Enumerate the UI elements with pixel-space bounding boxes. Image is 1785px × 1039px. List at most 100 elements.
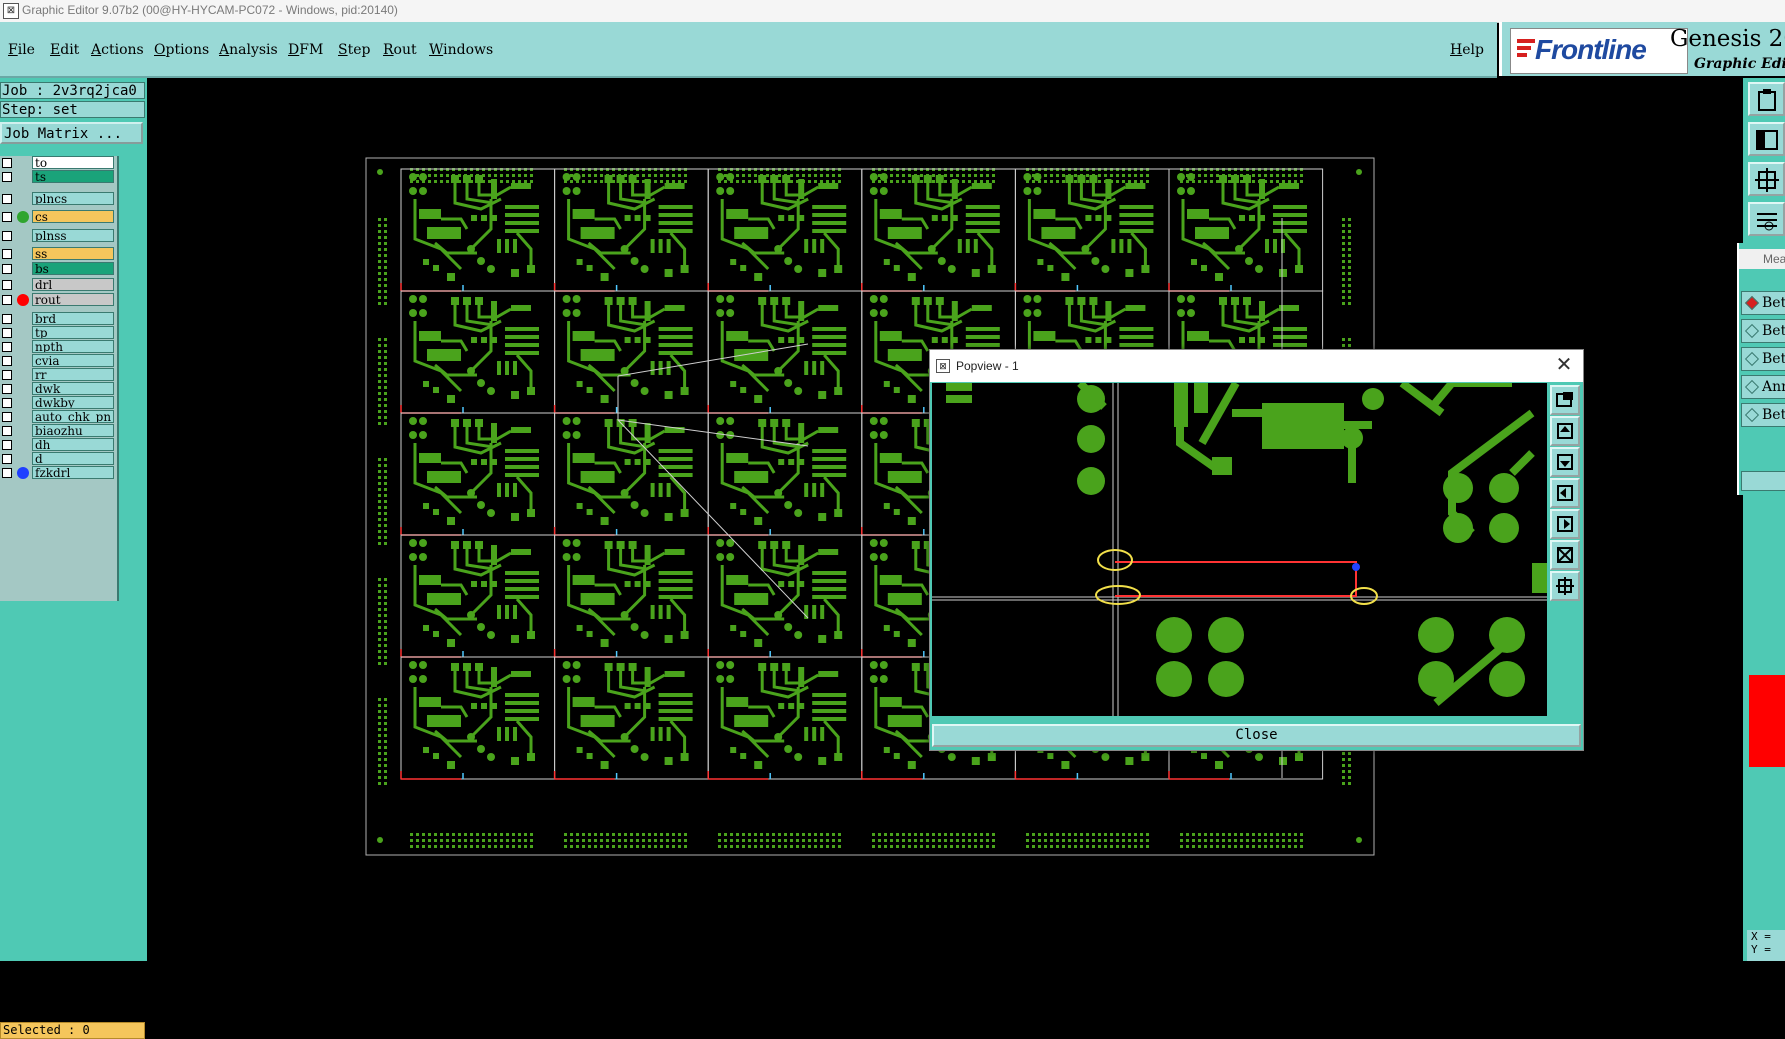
layer-name[interactable]: rr (32, 368, 114, 381)
popview-zoom-window-button[interactable] (1550, 385, 1580, 415)
layer-name[interactable]: tp (32, 326, 114, 339)
popview-close-icon[interactable]: ✕ (1553, 354, 1575, 376)
layer-checkbox[interactable] (2, 314, 12, 324)
layer-row-ts[interactable]: ts (0, 170, 117, 184)
menu-edit[interactable]: Edit (50, 42, 79, 58)
menu-windows[interactable]: Windows (429, 42, 493, 58)
layer-row-fzkdrl[interactable]: fzkdrl (0, 466, 117, 480)
layer-name[interactable]: rout (32, 293, 114, 306)
layer-row-drl[interactable]: drl (0, 278, 117, 292)
menu-file[interactable]: File (8, 42, 35, 58)
popview-zoom-in-button[interactable] (1550, 540, 1580, 570)
job-matrix-button[interactable]: Job Matrix ... (0, 122, 143, 144)
layer-row-plnss[interactable]: plnss (0, 229, 117, 243)
left-border-dots (378, 458, 387, 545)
layer-row-npth[interactable]: npth (0, 340, 117, 354)
layer-checkbox[interactable] (2, 426, 12, 436)
layer-checkbox[interactable] (2, 454, 12, 464)
menu-options[interactable]: Options (154, 42, 209, 58)
fit-tool-button[interactable] (1748, 162, 1785, 196)
popview-pan-right-button[interactable] (1550, 509, 1580, 539)
layer-row-auto_chk_pn[interactable]: auto_chk_pn (0, 410, 117, 424)
layer-checkbox[interactable] (2, 384, 12, 394)
measure-option-between[interactable]: Bet (1741, 319, 1785, 343)
layer-checkbox[interactable] (2, 212, 12, 222)
layer-checkbox[interactable] (2, 468, 12, 478)
popview-canvas[interactable] (932, 383, 1547, 716)
layer-name[interactable]: auto_chk_pn (32, 410, 114, 423)
layer-name[interactable]: ss (32, 247, 114, 260)
layer-name[interactable]: to (32, 156, 114, 169)
clipboard-icon (1758, 89, 1776, 111)
layer-row-rr[interactable]: rr (0, 368, 117, 382)
layer-checkbox[interactable] (2, 342, 12, 352)
clipboard-tool-button[interactable] (1748, 82, 1785, 116)
layer-name[interactable]: plnss (32, 229, 114, 242)
layer-name[interactable]: d (32, 452, 114, 465)
popview-pan-left-button[interactable] (1550, 478, 1580, 508)
measure-title: Mea (1763, 252, 1785, 266)
layer-checkbox[interactable] (2, 264, 12, 274)
layer-name[interactable]: ts (32, 170, 114, 183)
layer-row-plncs[interactable]: plncs (0, 192, 117, 206)
layer-name[interactable]: dwk (32, 382, 114, 395)
layer-name[interactable]: plncs (32, 192, 114, 205)
layer-checkbox[interactable] (2, 370, 12, 380)
layer-checkbox[interactable] (2, 280, 12, 290)
popview-pan-down-button[interactable] (1550, 447, 1580, 477)
layer-checkbox[interactable] (2, 295, 12, 305)
layer-row-bs[interactable]: bs (0, 262, 117, 276)
layer-row-cvia[interactable]: cvia (0, 354, 117, 368)
layer-name[interactable]: dwkby (32, 396, 114, 409)
layer-name[interactable]: npth (32, 340, 114, 353)
layer-checkbox[interactable] (2, 328, 12, 338)
layer-name[interactable]: brd (32, 312, 114, 325)
popview-close-button[interactable]: Close (932, 724, 1581, 747)
layer-row-cs[interactable]: cs (0, 210, 117, 224)
layer-row-tp[interactable]: tp (0, 326, 117, 340)
measure-option-between[interactable]: Bet (1741, 403, 1785, 427)
layer-name[interactable]: bs (32, 262, 114, 275)
layer-checkbox[interactable] (2, 356, 12, 366)
layer-row-brd[interactable]: brd (0, 312, 117, 326)
layer-name[interactable]: cvia (32, 354, 114, 367)
menu-step[interactable]: Step (338, 42, 370, 58)
popview-fit-button[interactable] (1550, 571, 1580, 601)
popview-pan-up-button[interactable] (1550, 416, 1580, 446)
layer-checkbox[interactable] (2, 398, 12, 408)
layer-row-dh[interactable]: dh (0, 438, 117, 452)
layer-checkbox[interactable] (2, 412, 12, 422)
layer-row-dwk[interactable]: dwk (0, 382, 117, 396)
layer-checkbox[interactable] (2, 440, 12, 450)
layer-name[interactable]: cs (32, 210, 114, 223)
layer-name[interactable]: dh (32, 438, 114, 451)
layer-name[interactable]: drl (32, 278, 114, 291)
layer-row-ss[interactable]: ss (0, 247, 117, 261)
layer-checkbox[interactable] (2, 172, 12, 182)
layer-row-biaozhu[interactable]: biaozhu (0, 424, 117, 438)
panel-tool-button[interactable] (1748, 122, 1785, 156)
layer-name[interactable]: fzkdrl (32, 466, 114, 479)
menu-rout[interactable]: Rout (383, 42, 417, 58)
layer-row-d[interactable]: d (0, 452, 117, 466)
measure-option-annotate[interactable]: Ann (1741, 375, 1785, 399)
measure-option-between[interactable]: Bet (1741, 291, 1785, 315)
menu-actions[interactable]: Actions (91, 42, 144, 58)
measure-action-button[interactable] (1741, 471, 1785, 491)
layers-tool-button[interactable] (1748, 202, 1785, 236)
popview-zoom-view[interactable] (932, 383, 1547, 716)
popview-window: ⊠ Popview - 1 ✕ Close (929, 349, 1584, 751)
menu-analysis[interactable]: Analysis (219, 42, 278, 58)
measure-option-between[interactable]: Bet (1741, 347, 1785, 371)
menu-dfm[interactable]: DFM (288, 42, 323, 58)
layer-checkbox[interactable] (2, 249, 12, 259)
layer-checkbox[interactable] (2, 231, 12, 241)
layer-row-dwkby[interactable]: dwkby (0, 396, 117, 410)
layer-row-rout[interactable]: rout (0, 293, 117, 307)
layer-row-to[interactable]: to (0, 156, 117, 170)
menu-help[interactable]: Help (1450, 42, 1484, 58)
layer-checkbox[interactable] (2, 158, 12, 168)
layer-checkbox[interactable] (2, 194, 12, 204)
panel-icon (1756, 130, 1778, 150)
layer-name[interactable]: biaozhu (32, 424, 114, 437)
